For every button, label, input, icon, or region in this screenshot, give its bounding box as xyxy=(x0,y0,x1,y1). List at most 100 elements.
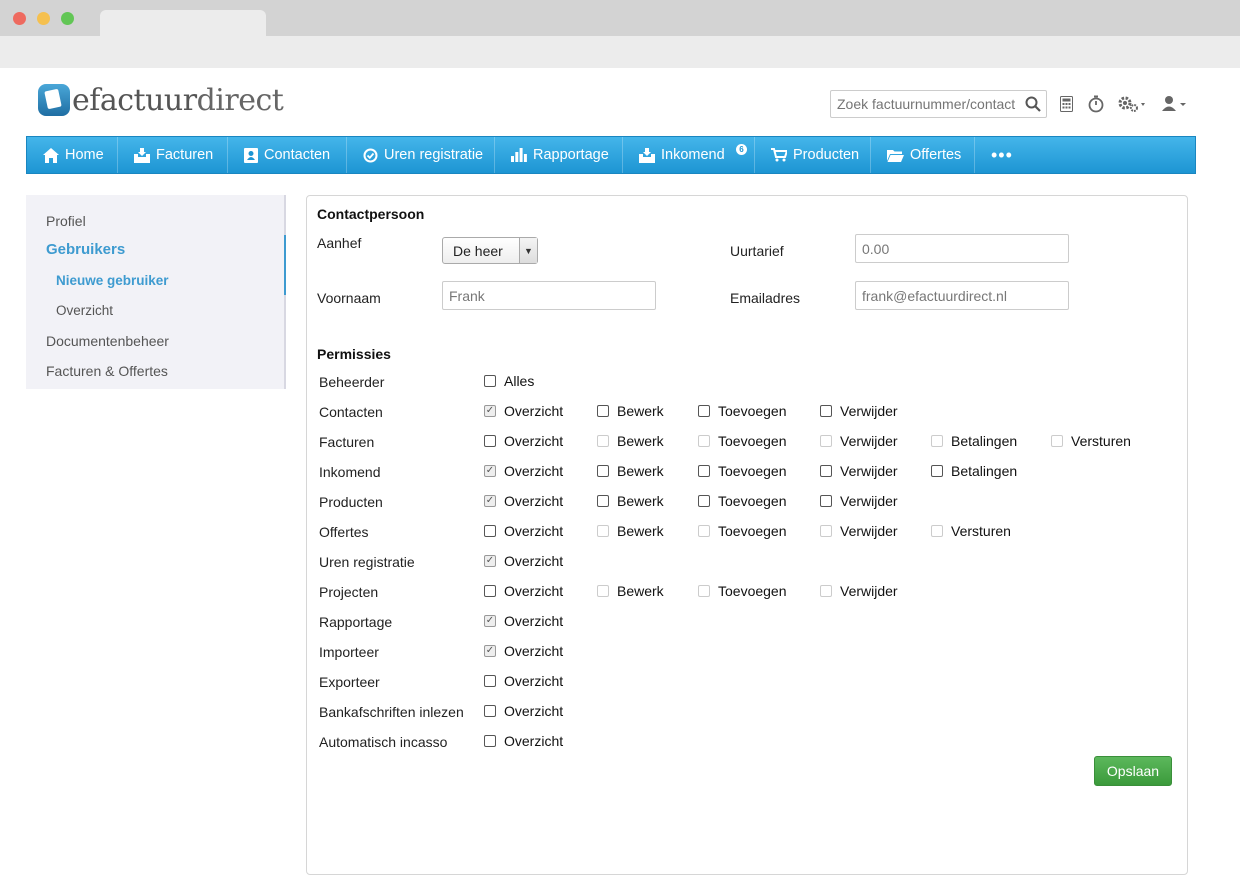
checkbox-icon[interactable] xyxy=(597,435,609,447)
checkbox-icon[interactable] xyxy=(931,525,943,537)
permission-checkbox[interactable]: Verwijder xyxy=(820,430,898,452)
checkbox-icon[interactable] xyxy=(484,525,496,537)
checkbox-icon[interactable] xyxy=(698,585,710,597)
checkbox-icon[interactable] xyxy=(597,405,609,417)
checkbox-icon[interactable] xyxy=(597,525,609,537)
sidebar-item-facturen-offertes[interactable]: Facturen & Offertes xyxy=(46,363,168,379)
permission-checkbox[interactable]: Alles xyxy=(484,370,534,392)
permission-checkbox[interactable]: Overzicht xyxy=(484,730,563,752)
uurtarief-input[interactable]: 0.00 xyxy=(855,234,1069,263)
checkbox-checked-icon[interactable] xyxy=(484,555,496,567)
checkbox-icon[interactable] xyxy=(484,675,496,687)
permission-checkbox[interactable]: Verwijder xyxy=(820,580,898,602)
permission-checkbox[interactable]: Overzicht xyxy=(484,430,563,452)
permission-checkbox[interactable]: Overzicht xyxy=(484,610,563,632)
checkbox-icon[interactable] xyxy=(597,585,609,597)
window-minimize-button[interactable] xyxy=(37,12,50,25)
nav-contacten[interactable]: Contacten xyxy=(228,137,347,173)
permission-checkbox[interactable]: Overzicht xyxy=(484,520,563,542)
permission-checkbox[interactable]: Bewerk xyxy=(597,430,664,452)
checkbox-icon[interactable] xyxy=(484,735,496,747)
nav-facturen[interactable]: Facturen xyxy=(118,137,228,173)
permission-checkbox[interactable]: Betalingen xyxy=(931,430,1017,452)
permission-checkbox[interactable]: Versturen xyxy=(1051,430,1131,452)
permission-checkbox[interactable]: Toevoegen xyxy=(698,520,787,542)
nav-producten[interactable]: Producten xyxy=(755,137,871,173)
emailadres-input[interactable]: frank@efactuurdirect.nl xyxy=(855,281,1069,310)
permission-checkbox[interactable]: Versturen xyxy=(931,520,1011,542)
sidebar-item-overzicht[interactable]: Overzicht xyxy=(56,303,113,318)
search-input[interactable] xyxy=(831,96,1021,112)
permission-checkbox[interactable]: Overzicht xyxy=(484,640,563,662)
nav-home[interactable]: Home xyxy=(27,137,118,173)
checkbox-icon[interactable] xyxy=(1051,435,1063,447)
checkbox-icon[interactable] xyxy=(597,495,609,507)
permission-checkbox[interactable]: Overzicht xyxy=(484,700,563,722)
permission-checkbox[interactable]: Verwijder xyxy=(820,460,898,482)
search-icon[interactable] xyxy=(1021,91,1045,117)
permission-checkbox[interactable]: Toevoegen xyxy=(698,580,787,602)
checkbox-icon[interactable] xyxy=(931,435,943,447)
permission-checkbox[interactable]: Verwijder xyxy=(820,520,898,542)
browser-tab[interactable] xyxy=(100,10,266,37)
permission-checkbox[interactable]: Overzicht xyxy=(484,490,563,512)
checkbox-icon[interactable] xyxy=(931,465,943,477)
permission-checkbox[interactable]: Bewerk xyxy=(597,400,664,422)
permission-checkbox[interactable]: Overzicht xyxy=(484,460,563,482)
permission-checkbox[interactable]: Toevoegen xyxy=(698,460,787,482)
permission-checkbox[interactable]: Overzicht xyxy=(484,550,563,572)
checkbox-icon[interactable] xyxy=(698,465,710,477)
checkbox-checked-icon[interactable] xyxy=(484,615,496,627)
permission-checkbox[interactable]: Overzicht xyxy=(484,400,563,422)
sidebar-item-profiel[interactable]: Profiel xyxy=(46,213,86,229)
checkbox-icon[interactable] xyxy=(698,405,710,417)
permission-checkbox[interactable]: Bewerk xyxy=(597,460,664,482)
permission-checkbox[interactable]: Toevoegen xyxy=(698,490,787,512)
checkbox-icon[interactable] xyxy=(597,465,609,477)
window-close-button[interactable] xyxy=(13,12,26,25)
user-menu-icon[interactable] xyxy=(1160,93,1190,115)
permission-checkbox[interactable]: Bewerk xyxy=(597,580,664,602)
permission-checkbox[interactable]: Bewerk xyxy=(597,520,664,542)
aanhef-select[interactable]: De heer ▼ xyxy=(442,237,538,264)
checkbox-checked-icon[interactable] xyxy=(484,495,496,507)
sidebar-item-gebruikers[interactable]: Gebruikers xyxy=(46,241,125,258)
calculator-icon[interactable] xyxy=(1058,93,1074,115)
checkbox-icon[interactable] xyxy=(484,585,496,597)
permission-checkbox[interactable]: Betalingen xyxy=(931,460,1017,482)
stopwatch-icon[interactable] xyxy=(1087,93,1105,115)
checkbox-checked-icon[interactable] xyxy=(484,465,496,477)
checkbox-icon[interactable] xyxy=(820,525,832,537)
checkbox-icon[interactable] xyxy=(820,495,832,507)
nav-offertes[interactable]: Offertes xyxy=(871,137,975,173)
checkbox-icon[interactable] xyxy=(484,435,496,447)
sidebar-item-documentenbeheer[interactable]: Documentenbeheer xyxy=(46,333,169,349)
checkbox-icon[interactable] xyxy=(820,435,832,447)
permission-checkbox[interactable]: Bewerk xyxy=(597,490,664,512)
permission-checkbox[interactable]: Overzicht xyxy=(484,670,563,692)
nav-more-button[interactable]: ••• xyxy=(975,137,1029,173)
save-button[interactable]: Opslaan xyxy=(1094,756,1172,786)
checkbox-icon[interactable] xyxy=(820,465,832,477)
checkbox-icon[interactable] xyxy=(820,405,832,417)
checkbox-checked-icon[interactable] xyxy=(484,645,496,657)
nav-inkomend[interactable]: Inkomend 6 xyxy=(623,137,755,173)
permission-checkbox[interactable]: Toevoegen xyxy=(698,400,787,422)
voornaam-input[interactable]: Frank xyxy=(442,281,656,310)
permission-checkbox[interactable]: Overzicht xyxy=(484,580,563,602)
checkbox-icon[interactable] xyxy=(698,525,710,537)
app-logo[interactable]: efactuurdirect xyxy=(38,82,284,118)
checkbox-icon[interactable] xyxy=(484,375,496,387)
permission-checkbox[interactable]: Verwijder xyxy=(820,490,898,512)
sidebar-item-nieuwe-gebruiker[interactable]: Nieuwe gebruiker xyxy=(56,273,169,288)
checkbox-icon[interactable] xyxy=(698,495,710,507)
checkbox-icon[interactable] xyxy=(484,705,496,717)
checkbox-icon[interactable] xyxy=(820,585,832,597)
nav-rapportage[interactable]: Rapportage xyxy=(495,137,623,173)
checkbox-checked-icon[interactable] xyxy=(484,405,496,417)
checkbox-icon[interactable] xyxy=(698,435,710,447)
permission-checkbox[interactable]: Verwijder xyxy=(820,400,898,422)
settings-gear-icon[interactable] xyxy=(1116,93,1150,115)
window-maximize-button[interactable] xyxy=(61,12,74,25)
nav-uren-registratie[interactable]: Uren registratie xyxy=(347,137,495,173)
